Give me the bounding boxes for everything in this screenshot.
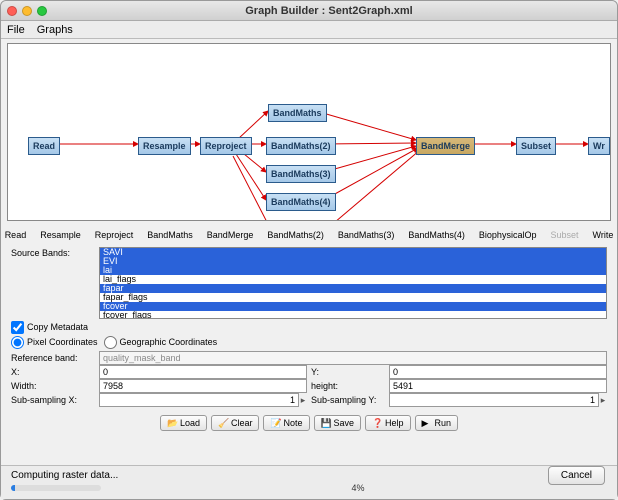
tab-bandmaths2[interactable]: BandMaths(2) <box>261 227 330 243</box>
progress-percent: 4% <box>109 483 607 493</box>
tab-bandmerge[interactable]: BandMerge <box>201 227 260 243</box>
source-bands-label: Source Bands: <box>11 247 99 258</box>
graph-canvas[interactable]: Read Resample Reproject BandMaths BandMa… <box>7 43 611 221</box>
band-item[interactable]: SAVI <box>100 248 606 257</box>
cancel-button[interactable]: Cancel <box>548 466 605 485</box>
geo-coords-radio[interactable]: Geographic Coordinates <box>104 336 218 349</box>
ssy-stepper[interactable]: ▸ <box>599 395 607 406</box>
width-label: Width: <box>11 381 99 391</box>
band-item[interactable]: fcover_flags <box>100 311 606 319</box>
ssy-input[interactable]: 1 <box>389 393 599 407</box>
tab-write[interactable]: Write <box>586 227 618 243</box>
node-bandmaths4[interactable]: BandMaths(4) <box>266 193 336 211</box>
status-text: Computing raster data... <box>11 470 607 481</box>
window-title: Graph Builder : Sent2Graph.xml <box>47 5 611 17</box>
load-button[interactable]: 📂Load <box>160 415 207 431</box>
tab-reproject[interactable]: Reproject <box>89 227 140 243</box>
node-subset[interactable]: Subset <box>516 137 556 155</box>
tab-resample[interactable]: Resample <box>34 227 87 243</box>
disk-icon: 💾 <box>321 418 331 428</box>
minimize-icon[interactable] <box>22 6 32 16</box>
note-button[interactable]: 📝Note <box>263 415 309 431</box>
maximize-icon[interactable] <box>37 6 47 16</box>
copy-metadata-checkbox[interactable]: Copy Metadata <box>11 321 88 334</box>
help-button[interactable]: ❓Help <box>365 415 411 431</box>
band-item[interactable]: lai_flags <box>100 275 606 284</box>
tab-biophysical[interactable]: BiophysicalOp <box>473 227 543 243</box>
node-resample[interactable]: Resample <box>138 137 191 155</box>
progress-bar <box>11 485 101 491</box>
width-input[interactable]: 7958 <box>99 379 307 393</box>
band-item[interactable]: fapar_flags <box>100 293 606 302</box>
menu-file[interactable]: File <box>7 24 25 36</box>
node-reproject[interactable]: Reproject <box>200 137 252 155</box>
ssx-label: Sub-sampling X: <box>11 395 99 405</box>
window-controls <box>7 6 47 16</box>
node-read[interactable]: Read <box>28 137 60 155</box>
node-write[interactable]: Wr <box>588 137 610 155</box>
source-bands-list[interactable]: SAVIEVIlailai_flagsfaparfapar_flagsfcove… <box>99 247 607 319</box>
footer: Computing raster data... 4% Cancel <box>1 465 617 499</box>
band-item[interactable]: fapar <box>100 284 606 293</box>
close-icon[interactable] <box>7 6 17 16</box>
menu-bar: File Graphs <box>1 21 617 39</box>
ssx-stepper[interactable]: ▸ <box>299 395 307 406</box>
node-bandmaths2[interactable]: BandMaths(2) <box>266 137 336 155</box>
broom-icon: 🧹 <box>218 418 228 428</box>
ssx-input[interactable]: 1 <box>99 393 299 407</box>
play-icon: ▶ <box>422 418 432 428</box>
tab-subset[interactable]: Subset <box>544 227 584 243</box>
folder-icon: 📂 <box>167 418 177 428</box>
ssy-label: Sub-sampling Y: <box>311 395 389 405</box>
tab-bandmaths3[interactable]: BandMaths(3) <box>332 227 401 243</box>
refband-label: Reference band: <box>11 353 99 363</box>
clear-button[interactable]: 🧹Clear <box>211 415 260 431</box>
help-icon: ❓ <box>372 418 382 428</box>
tab-read[interactable]: Read <box>0 227 32 243</box>
height-input[interactable]: 5491 <box>389 379 607 393</box>
pixel-coords-radio[interactable]: Pixel Coordinates <box>11 336 98 349</box>
node-bandmaths[interactable]: BandMaths <box>268 104 327 122</box>
x-input[interactable]: 0 <box>99 365 307 379</box>
save-button[interactable]: 💾Save <box>314 415 362 431</box>
y-input[interactable]: 0 <box>389 365 607 379</box>
y-label: Y: <box>311 367 389 377</box>
x-label: X: <box>11 367 99 377</box>
height-label: height: <box>311 381 389 391</box>
tab-bandmaths[interactable]: BandMaths <box>141 227 199 243</box>
node-bandmaths3[interactable]: BandMaths(3) <box>266 165 336 183</box>
toolbar: 📂Load 🧹Clear 📝Note 💾Save ❓Help ▶Run <box>1 409 617 437</box>
run-button[interactable]: ▶Run <box>415 415 459 431</box>
title-bar: Graph Builder : Sent2Graph.xml <box>1 1 617 21</box>
form-panel: Source Bands: SAVIEVIlailai_flagsfaparfa… <box>1 245 617 409</box>
band-item[interactable]: lai <box>100 266 606 275</box>
band-item[interactable]: EVI <box>100 257 606 266</box>
band-item[interactable]: fcover <box>100 302 606 311</box>
tab-bandmaths4[interactable]: BandMaths(4) <box>402 227 471 243</box>
note-icon: 📝 <box>270 418 280 428</box>
node-bandmerge[interactable]: BandMerge <box>416 137 475 155</box>
tabs-bar: Read Resample Reproject BandMaths BandMe… <box>1 225 617 245</box>
refband-select[interactable]: quality_mask_band <box>99 351 607 365</box>
menu-graphs[interactable]: Graphs <box>37 24 73 36</box>
